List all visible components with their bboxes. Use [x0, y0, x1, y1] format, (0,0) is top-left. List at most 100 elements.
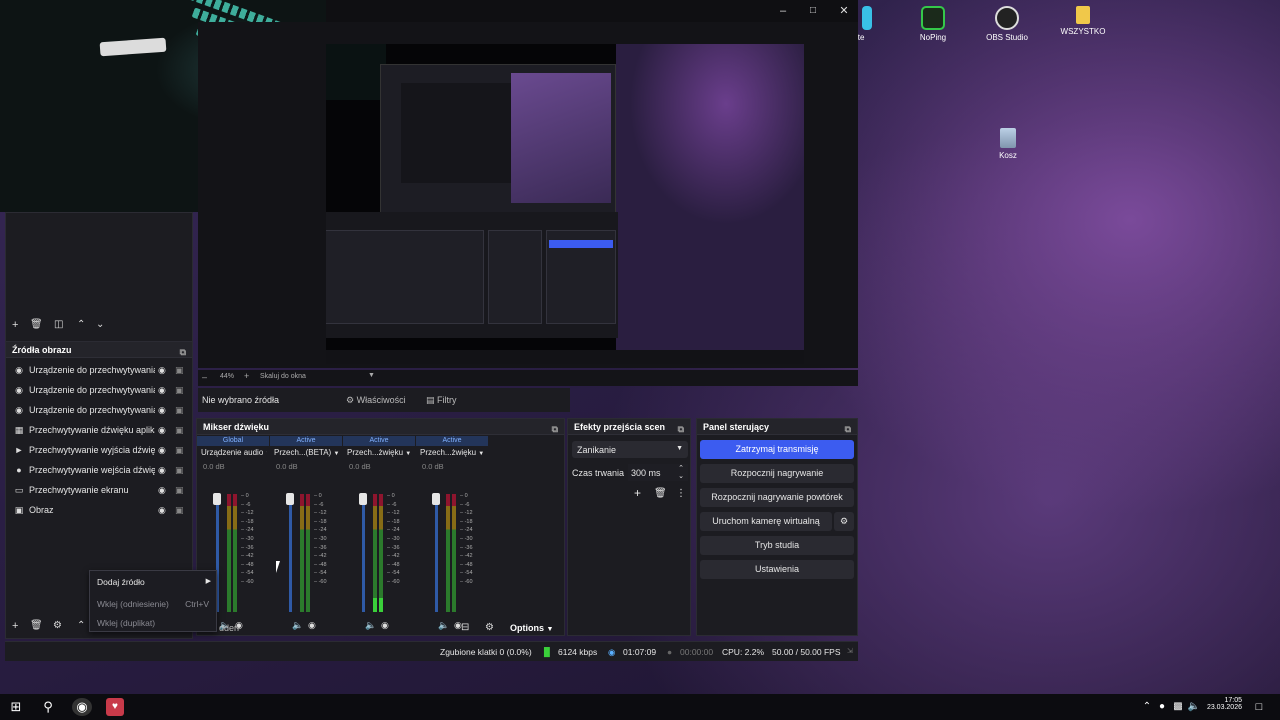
- eye-icon[interactable]: ◉: [158, 480, 166, 500]
- lock-icon[interactable]: ▣: [175, 420, 184, 440]
- move-up-icon[interactable]: ⌃: [77, 319, 85, 330]
- eye-icon[interactable]: ◉: [158, 500, 166, 520]
- lock-icon[interactable]: ▣: [175, 400, 184, 420]
- start-replay-buffer-button[interactable]: Rozpocznij nagrywanie powtórek: [700, 488, 854, 507]
- lock-icon[interactable]: ▣: [175, 440, 184, 460]
- menu-item-paste-duplicate[interactable]: Wklej (duplikat): [97, 618, 155, 628]
- channel-name-select[interactable]: Urządzenie audio ▼: [201, 448, 267, 457]
- remove-scene-icon[interactable]: 🗑: [30, 319, 43, 330]
- source-item[interactable]: ● Przechwytywanie wejścia dźwięku ◉ ▣: [6, 460, 192, 480]
- zoom-out-icon[interactable]: –: [202, 372, 207, 382]
- stepper-down-icon[interactable]: ⌄: [678, 472, 684, 480]
- search-icon[interactable]: ⚲: [39, 698, 57, 716]
- undock-icon[interactable]: ⧉: [845, 421, 851, 437]
- channel-name-select[interactable]: Przech...żwięku ▼: [347, 448, 413, 457]
- properties-button[interactable]: ⚙ Właściwości: [340, 392, 412, 408]
- advanced-audio-icon[interactable]: ⚙: [485, 622, 494, 633]
- source-item[interactable]: ◉ Urządzenie do przechwytywania ◉ ▣: [6, 380, 192, 400]
- menu-item-add-source[interactable]: Dodaj źródło ▶: [97, 577, 211, 587]
- monitor-headphones-icon[interactable]: ◉: [381, 620, 389, 631]
- notifications-icon[interactable]: □: [1250, 698, 1268, 716]
- preview-zoom-bar: – 44% + Skaluj do okna ▼: [198, 370, 858, 386]
- channel-volume-db: 0.0 dB: [203, 462, 225, 471]
- channel-name-select[interactable]: Przech...żwięku ▼: [420, 448, 486, 457]
- transition-select[interactable]: Zanikanie ▼: [572, 441, 688, 458]
- source-item[interactable]: ▦ Przechwytywanie dźwięku aplikacji ◉ ▣: [6, 420, 192, 440]
- duration-input[interactable]: 300 ms ⌃ ⌄: [628, 464, 688, 481]
- desktop-icon-recycle-bin[interactable]: Kosz: [973, 128, 1043, 160]
- volume-slider-handle[interactable]: [286, 493, 294, 505]
- desktop-icon-noping[interactable]: NoPing: [898, 6, 968, 42]
- virtual-camera-settings-button[interactable]: ⚙: [834, 512, 854, 531]
- add-source-icon[interactable]: +: [12, 620, 18, 632]
- eye-icon[interactable]: ◉: [158, 400, 166, 420]
- speaker-icon[interactable]: 🔈: [292, 620, 303, 631]
- move-up-icon[interactable]: ⌃: [77, 620, 85, 631]
- eye-icon[interactable]: ◉: [158, 380, 166, 400]
- clock[interactable]: 17:05 23.03.2026: [1200, 697, 1242, 711]
- app-taskbar-icon[interactable]: ♥: [106, 698, 124, 716]
- undock-icon[interactable]: ⧉: [552, 421, 558, 437]
- source-item[interactable]: ▭ Przechwytywanie ekranu ◉ ▣: [6, 480, 192, 500]
- add-scene-icon[interactable]: +: [12, 319, 18, 331]
- start-virtual-camera-button[interactable]: Uruchom kamerę wirtualną: [700, 512, 832, 531]
- zoom-in-icon[interactable]: +: [244, 371, 249, 381]
- source-item[interactable]: ► Przechwytywanie wyjścia dźwięku ◉ ▣: [6, 440, 192, 460]
- stepper-up-icon[interactable]: ⌃: [678, 464, 684, 472]
- more-options-icon[interactable]: ⋮: [676, 488, 686, 499]
- remove-source-icon[interactable]: 🗑: [30, 620, 43, 631]
- channel-name-select[interactable]: Przech...(BETA) ▼: [274, 448, 340, 457]
- resize-grip-icon[interactable]: ⇲: [847, 647, 853, 655]
- move-down-icon[interactable]: ⌄: [96, 319, 104, 330]
- volume-slider-track[interactable]: [435, 494, 438, 612]
- menu-item-paste-reference[interactable]: Wklej (odniesienie) Ctrl+V: [97, 599, 211, 609]
- eye-icon[interactable]: ◉: [158, 420, 166, 440]
- chevron-down-icon[interactable]: ▼: [368, 372, 375, 379]
- mixer-channel: Active Przech...żwięku ▼ 0.0 dB – 0 – -6 –…: [343, 436, 415, 630]
- scale-mode-select[interactable]: Skaluj do okna: [260, 373, 306, 380]
- undock-icon[interactable]: ⧉: [180, 344, 186, 360]
- obs-taskbar-icon[interactable]: ◉: [72, 698, 92, 716]
- minimize-icon[interactable]: –: [774, 3, 792, 19]
- hidden-toggle[interactable]: dden: [219, 623, 239, 633]
- volume-slider-track[interactable]: [289, 494, 292, 612]
- source-item[interactable]: ◉ Urządzenie do przechwytywania ◉ ▣: [6, 400, 192, 420]
- scene-filter-icon[interactable]: ◫: [54, 319, 63, 330]
- options-button[interactable]: Options ▼: [510, 623, 553, 633]
- eye-icon[interactable]: ◉: [158, 460, 166, 480]
- add-transition-icon[interactable]: +: [634, 486, 641, 500]
- lock-icon[interactable]: ▣: [175, 380, 184, 400]
- layout-toggle-icon[interactable]: ⊟: [461, 622, 469, 633]
- remove-transition-icon[interactable]: 🗑: [654, 488, 667, 499]
- source-item[interactable]: ▣ Obraz ◉ ▣: [6, 500, 192, 520]
- lock-icon[interactable]: ▣: [175, 460, 184, 480]
- lock-icon[interactable]: ▣: [175, 500, 184, 520]
- undock-icon[interactable]: ⧉: [678, 421, 684, 437]
- maximize-icon[interactable]: □: [804, 3, 822, 19]
- speaker-icon[interactable]: 🔈: [365, 620, 376, 631]
- volume-slider-track[interactable]: [362, 494, 365, 612]
- eye-icon[interactable]: ◉: [158, 360, 166, 380]
- volume-slider-handle[interactable]: [432, 493, 440, 505]
- monitor-headphones-icon[interactable]: ◉: [308, 620, 316, 631]
- eye-icon[interactable]: ◉: [158, 440, 166, 460]
- volume-slider-handle[interactable]: [213, 493, 221, 505]
- stop-streaming-button[interactable]: Zatrzymaj transmisję: [700, 440, 854, 459]
- close-icon[interactable]: ✕: [835, 3, 853, 19]
- source-label: Przechwytywanie wyjścia dźwięku: [29, 445, 155, 455]
- lock-icon[interactable]: ▣: [175, 360, 184, 380]
- speaker-icon[interactable]: 🔈: [438, 620, 449, 631]
- gear-icon[interactable]: ⚙: [53, 620, 62, 631]
- settings-button[interactable]: Ustawienia: [700, 560, 854, 579]
- desktop-icon-folder[interactable]: WSZYSTKO: [1048, 6, 1118, 36]
- lock-icon[interactable]: ▣: [175, 480, 184, 500]
- preview-canvas[interactable]: [326, 44, 804, 364]
- studio-mode-button[interactable]: Tryb studia: [700, 536, 854, 555]
- windows-start-icon[interactable]: ⊞: [7, 698, 25, 716]
- obs-titlebar[interactable]: – □ ✕: [326, 0, 858, 22]
- source-item[interactable]: ◉ Urządzenie do przechwytywania ◉ ▣: [6, 360, 192, 380]
- start-recording-button[interactable]: Rozpocznij nagrywanie: [700, 464, 854, 483]
- desktop-icon-obs[interactable]: OBS Studio: [972, 6, 1042, 42]
- volume-slider-handle[interactable]: [359, 493, 367, 505]
- filters-button[interactable]: ▤ Filtry: [420, 392, 463, 408]
